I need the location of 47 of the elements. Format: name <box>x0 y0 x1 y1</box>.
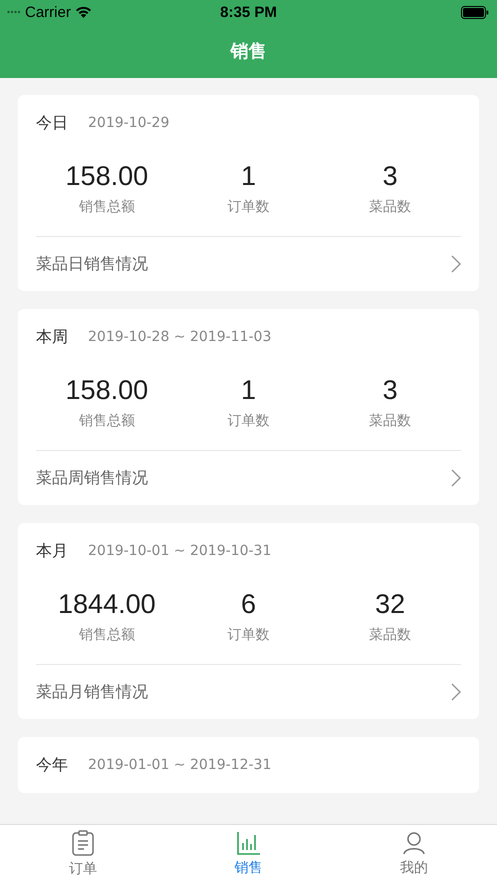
stat-value: 3 <box>382 161 398 192</box>
tab-item[interactable]: 销售 <box>166 825 332 883</box>
stat-value: 3 <box>382 375 398 406</box>
wifi-icon <box>74 6 92 18</box>
date-range: 2019-01-01 ~ 2019-12-31 <box>88 757 272 773</box>
chevron-icon <box>451 255 461 273</box>
details-label: 菜品周销售情况 <box>36 468 148 488</box>
stat-value: 1 <box>240 375 256 406</box>
date-range: 2019-10-01 ~ 2019-10-31 <box>88 543 272 559</box>
period-label: 本月 <box>36 540 68 562</box>
stat-label: 订单数 <box>227 198 270 216</box>
stat-value: 158.00 <box>66 161 148 192</box>
bar-chart-icon <box>236 831 260 855</box>
details-row[interactable]: 菜品月销售情况 <box>36 665 461 719</box>
stat-label: 销售总额 <box>78 626 135 644</box>
chevron-icon <box>451 469 461 487</box>
stat-label: 订单数 <box>227 412 270 430</box>
carrier-name: Carrier <box>25 4 71 20</box>
battery-icon <box>461 6 489 18</box>
stat-label: 菜品数 <box>369 198 412 216</box>
page-title: 销售 <box>230 40 266 63</box>
clipboard-icon <box>72 830 94 856</box>
chevron-icon <box>451 683 461 701</box>
details-label: 菜品月销售情况 <box>36 682 148 702</box>
details-label: 菜品日销售情况 <box>36 254 148 274</box>
period-label: 本周 <box>36 326 68 348</box>
details-row[interactable]: 菜品周销售情况 <box>36 451 461 505</box>
details-row[interactable]: 菜品日销售情况 <box>36 237 461 291</box>
period-label: 今日 <box>36 112 68 134</box>
date-range: 2019-10-29 <box>88 115 170 131</box>
stat-label: 菜品数 <box>369 626 412 644</box>
stat-value: 6 <box>240 589 256 620</box>
stat-label: 菜品数 <box>369 412 412 430</box>
tab-item[interactable]: 订单 <box>0 825 166 883</box>
period-label: 今年 <box>36 754 68 776</box>
date-range: 2019-10-28 ~ 2019-11-03 <box>88 329 272 345</box>
stat-value: 32 <box>375 589 406 620</box>
stat-value: 1844.00 <box>58 589 156 620</box>
tab-item[interactable]: 我的 <box>331 825 497 883</box>
stat-value: 1 <box>240 161 256 192</box>
signal-icon <box>7 10 21 14</box>
status-time: 8:35 PM <box>219 4 278 20</box>
stat-label: 订单数 <box>227 626 270 644</box>
stat-label: 销售总额 <box>78 412 135 430</box>
stat-value: 158.00 <box>66 375 148 406</box>
person-icon <box>402 831 426 855</box>
stat-label: 销售总额 <box>78 198 135 216</box>
